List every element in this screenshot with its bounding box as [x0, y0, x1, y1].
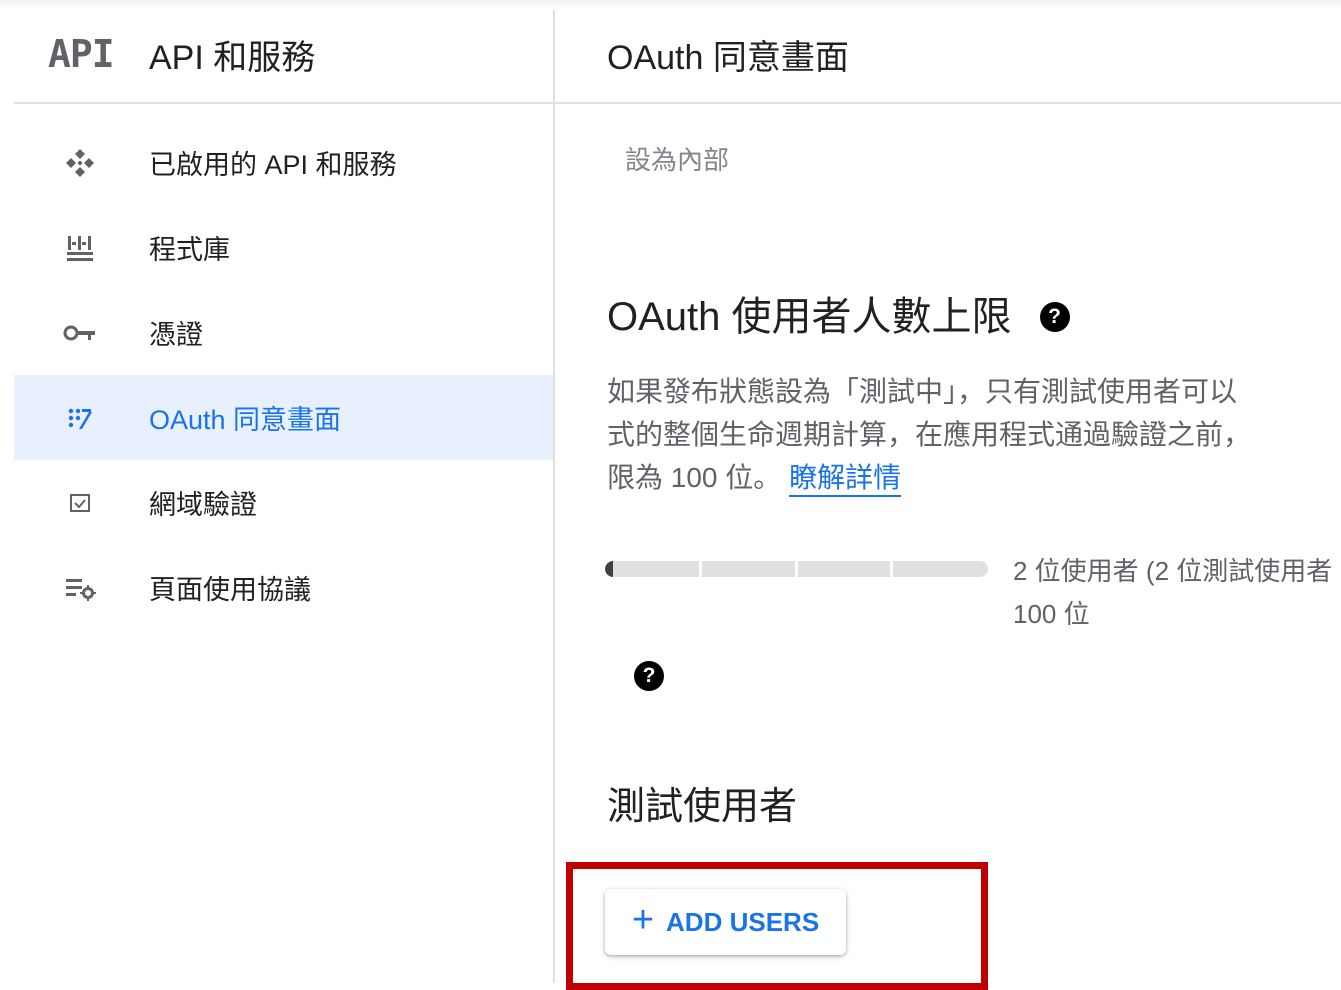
progress-segment	[699, 561, 702, 577]
key-icon	[60, 313, 100, 353]
user-cap-section-title: OAuth 使用者人數上限 ?	[607, 284, 1070, 342]
progress-text-line: 2 位使用者 (2 位測試使用者	[1013, 556, 1333, 586]
api-logo-icon: API	[48, 32, 115, 76]
user-cap-description: 如果發布狀態設為「測試中」，只有測試使用者可以 式的整個生命週期計算，在應用程式…	[607, 370, 1341, 499]
add-users-label: ADD USERS	[666, 906, 820, 937]
plus-icon: +	[631, 899, 655, 941]
sidebar-item-label: 程式庫	[149, 235, 230, 265]
user-cap-progress-bar	[605, 561, 988, 577]
oauth-consent-icon	[60, 398, 100, 438]
add-users-button[interactable]: + ADD USERS	[605, 889, 846, 955]
page-title: OAuth 同意畫面	[607, 39, 849, 77]
description-line-last: 限為 100 位。 瞭解詳情	[607, 456, 1341, 499]
sidebar-item-label: 憑證	[149, 320, 203, 350]
enabled-apis-icon	[60, 143, 100, 183]
sidebar-item-label: 網域驗證	[149, 490, 257, 520]
domain-verification-icon	[60, 483, 100, 523]
progress-text: 2 位使用者 (2 位測試使用者 100 位	[1013, 550, 1332, 636]
sidebar-nav: 已啟用的 API 和服務 程式庫 憑證 OAuth 同意畫面 網域驗證 頁面使用…	[14, 120, 553, 630]
help-icon[interactable]: ?	[634, 661, 664, 691]
top-shadow	[0, 0, 1341, 10]
description-line-text: 限為 100 位。	[607, 462, 782, 493]
description-line: 式的整個生命週期計算，在應用程式通過驗證之前，	[607, 419, 1252, 450]
help-icon[interactable]: ?	[1039, 302, 1070, 332]
library-icon	[60, 228, 100, 268]
sidebar-item-page-usage-agreement[interactable]: 頁面使用協議	[14, 545, 553, 630]
sidebar-item-enabled-apis[interactable]: 已啟用的 API 和服務	[14, 120, 553, 205]
page-usage-agreement-icon	[60, 568, 100, 608]
sidebar-header: API API 和服務	[14, 10, 553, 104]
sidebar-title: API 和服務	[149, 39, 316, 77]
main-header: OAuth 同意畫面	[555, 10, 1341, 104]
sidebar-item-library[interactable]: 程式庫	[14, 205, 553, 290]
learn-more-link[interactable]: 瞭解詳情	[789, 462, 902, 497]
progress-text-line: 100 位	[1013, 599, 1090, 629]
sidebar-divider	[553, 10, 555, 983]
user-cap-title-text: OAuth 使用者人數上限	[607, 295, 1012, 339]
sidebar-item-credentials[interactable]: 憑證	[14, 290, 553, 375]
sidebar: API API 和服務 已啟用的 API 和服務 程式庫 憑證 OAuth 同意…	[14, 10, 553, 983]
sidebar-item-label: 已啟用的 API 和服務	[149, 150, 397, 180]
progress-fill	[605, 561, 613, 577]
sidebar-item-label: 頁面使用協議	[149, 575, 311, 605]
test-users-title: 測試使用者	[607, 786, 798, 828]
progress-segment	[890, 561, 893, 577]
sidebar-item-oauth-consent[interactable]: OAuth 同意畫面	[14, 375, 553, 460]
progress-segment	[795, 561, 798, 577]
set-internal-link[interactable]: 設為內部	[625, 140, 729, 177]
sidebar-item-domain-verification[interactable]: 網域驗證	[14, 460, 553, 545]
sidebar-item-label: OAuth 同意畫面	[149, 405, 342, 435]
description-line: 如果發布狀態設為「測試中」，只有測試使用者可以	[607, 376, 1238, 407]
